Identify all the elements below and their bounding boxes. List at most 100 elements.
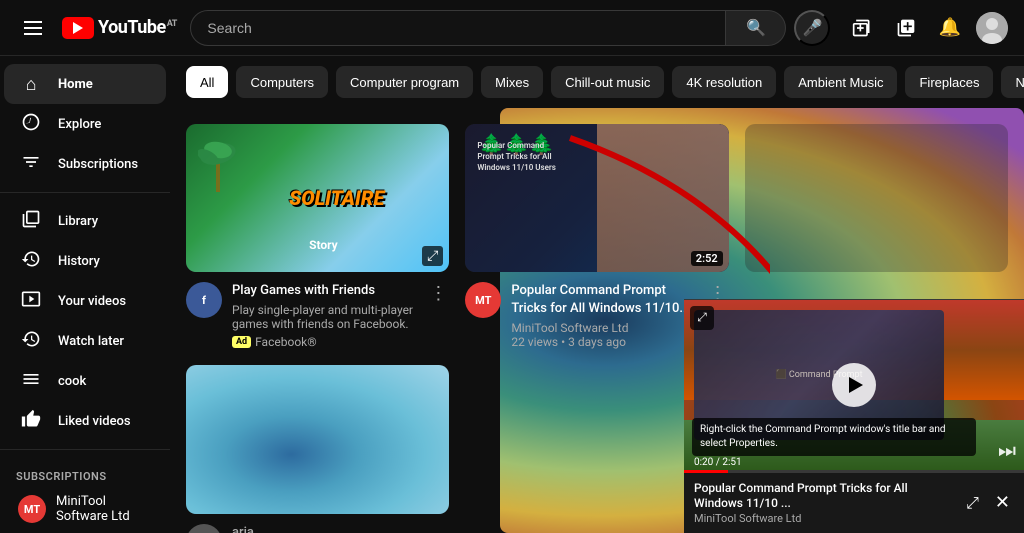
divider-2: [0, 449, 170, 450]
search-input[interactable]: [190, 10, 726, 46]
sidebar-item-explore-label: Explore: [58, 117, 101, 132]
cmd-text-overlay: Popular CommandPrompt Tricks for AllWind…: [477, 140, 556, 174]
mic-button[interactable]: 🎤: [794, 10, 830, 46]
chips-bar: All Computers Computer program Mixes Chi…: [170, 56, 1024, 108]
history-icon: [20, 249, 42, 274]
cmd-duration: 2:52: [691, 251, 723, 266]
blob-thumbnail: [745, 124, 1008, 272]
solitaire-more-button[interactable]: ⋮: [427, 282, 449, 304]
sidebar-item-liked[interactable]: Liked videos: [4, 401, 166, 441]
cmd-channel-avatar: MT: [465, 282, 501, 318]
expand-button[interactable]: ⤢: [422, 246, 443, 266]
mini-play-button[interactable]: [832, 363, 876, 407]
sidebar-item-cook[interactable]: cook: [4, 361, 166, 401]
cmd-meta: Popular Command Prompt Tricks for All Wi…: [511, 282, 696, 349]
solitaire-thumb-bg: SOLITAIRE Story: [186, 124, 449, 272]
sidebar-item-liked-label: Liked videos: [58, 414, 131, 429]
mini-time: 0:20 / 2:51: [692, 455, 744, 470]
your-videos-icon: [20, 289, 42, 314]
sidebar-item-library[interactable]: Library: [4, 201, 166, 241]
chip-nature[interactable]: Nature: [1001, 66, 1024, 98]
video-card-solitaire[interactable]: SOLITAIRE Story ⤢ f Play Games with Frie…: [186, 124, 449, 349]
avatar[interactable]: [976, 12, 1008, 44]
notifications-icon[interactable]: 🔔: [932, 10, 968, 46]
chip-chillout[interactable]: Chill-out music: [551, 66, 664, 98]
row2-avatar-1: [186, 524, 222, 533]
header-left: YouTubeAT: [16, 13, 177, 43]
solitaire-desc: Play single-player and multi-player game…: [232, 303, 417, 331]
sidebar-item-cook-label: cook: [58, 374, 86, 389]
cmd-person: [597, 124, 729, 272]
sidebar-sub-minitool[interactable]: MT MiniTool Software Ltd: [4, 489, 166, 529]
mini-player: ⬛ Command Prompt Right-click the Command…: [684, 299, 1024, 533]
liked-icon: [20, 409, 42, 434]
sidebar-item-your-videos-label: Your videos: [58, 294, 126, 309]
sidebar-sub-smarter[interactable]: SE SmarterEveryDay: [4, 529, 166, 533]
sidebar-item-history[interactable]: History: [4, 241, 166, 281]
sidebar-item-explore[interactable]: Explore: [4, 104, 166, 144]
mini-expand-button[interactable]: ⤢: [690, 306, 714, 330]
sidebar-item-watch-later-label: Watch later: [58, 334, 124, 349]
mini-next-button[interactable]: ⏭: [998, 438, 1016, 462]
mini-close-button[interactable]: ✕: [991, 488, 1014, 517]
solitaire-channel-avatar: f: [186, 282, 222, 318]
blob-thumb-bg: [745, 124, 1008, 272]
cmd-thumbnail: 🌲🌲🌲 Popular CommandPrompt Tricks for All…: [465, 124, 728, 272]
logo-text: YouTubeAT: [98, 17, 177, 38]
cmd-thumb-bg: 🌲🌲🌲 Popular CommandPrompt Tricks for All…: [465, 124, 728, 272]
sidebar-item-history-label: History: [58, 254, 100, 269]
menu-button[interactable]: [16, 13, 50, 43]
logo[interactable]: YouTubeAT: [62, 17, 177, 39]
cmd-title: Popular Command Prompt Tricks for All Wi…: [511, 282, 696, 318]
solitaire-thumbnail: SOLITAIRE Story ⤢: [186, 124, 449, 272]
mini-player-video[interactable]: ⬛ Command Prompt Right-click the Command…: [684, 300, 1024, 470]
solitaire-meta: Play Games with Friends Play single-play…: [232, 282, 417, 349]
watch-later-icon: [20, 329, 42, 354]
divider-1: [0, 192, 170, 193]
chip-mixes[interactable]: Mixes: [481, 66, 543, 98]
search-form: 🔍: [190, 10, 786, 46]
library-icon: [20, 209, 42, 234]
row2-title-1: aria: [232, 524, 449, 533]
sidebar-item-subscriptions-label: Subscriptions: [58, 157, 138, 172]
cmd-stats: 22 views • 3 days ago: [511, 335, 696, 349]
sidebar: ⌂ Home Explore Subscriptions Library His…: [0, 56, 170, 533]
row2-thumb-1: [186, 365, 449, 513]
header-right: 🔔: [844, 10, 1008, 46]
solitaire-video-info: f Play Games with Friends Play single-pl…: [186, 282, 449, 349]
chip-computers[interactable]: Computers: [236, 66, 328, 98]
header-center: 🔍 🎤: [190, 10, 830, 46]
sidebar-item-watch-later[interactable]: Watch later: [4, 321, 166, 361]
chip-4k[interactable]: 4K resolution: [672, 66, 776, 98]
minitool-label: MiniTool Software Ltd: [56, 494, 152, 524]
sidebar-item-your-videos[interactable]: Your videos: [4, 281, 166, 321]
solitaire-title-text: SOLITAIRE: [289, 186, 384, 210]
create-icon[interactable]: [844, 10, 880, 46]
chip-all[interactable]: All: [186, 66, 228, 98]
row2-meta-1: aria ago: [232, 524, 449, 533]
mini-tooltip: Right-click the Command Prompt window's …: [692, 418, 976, 456]
home-icon: ⌂: [20, 74, 42, 95]
chip-ambient[interactable]: Ambient Music: [784, 66, 897, 98]
mini-info: Popular Command Prompt Tricks for All Wi…: [684, 473, 1024, 533]
explore-icon: [20, 112, 42, 137]
chip-fireplaces[interactable]: Fireplaces: [905, 66, 993, 98]
mini-text: Popular Command Prompt Tricks for All Wi…: [694, 481, 954, 525]
subscriptions-title: SUBSCRIPTIONS: [0, 458, 170, 489]
ad-icon: Ad: [232, 336, 251, 348]
chip-computer-program[interactable]: Computer program: [336, 66, 473, 98]
row2-thumb-bg-1: [186, 365, 449, 513]
apps-icon[interactable]: [888, 10, 924, 46]
header: YouTubeAT 🔍 🎤 🔔: [0, 0, 1024, 56]
subscriptions-icon: [20, 152, 42, 177]
mini-expand-icon[interactable]: ⤢: [962, 489, 983, 517]
sidebar-item-home[interactable]: ⌂ Home: [4, 64, 166, 104]
video-card-row2-1[interactable]: aria ago: [186, 365, 449, 533]
cook-icon: [20, 369, 42, 394]
solitaire-title: Play Games with Friends: [232, 282, 417, 300]
sidebar-item-library-label: Library: [58, 214, 98, 229]
search-button[interactable]: 🔍: [726, 10, 786, 46]
mini-title: Popular Command Prompt Tricks for All Wi…: [694, 481, 954, 512]
sidebar-item-subscriptions[interactable]: Subscriptions: [4, 144, 166, 184]
mini-channel: MiniTool Software Ltd: [694, 512, 954, 525]
